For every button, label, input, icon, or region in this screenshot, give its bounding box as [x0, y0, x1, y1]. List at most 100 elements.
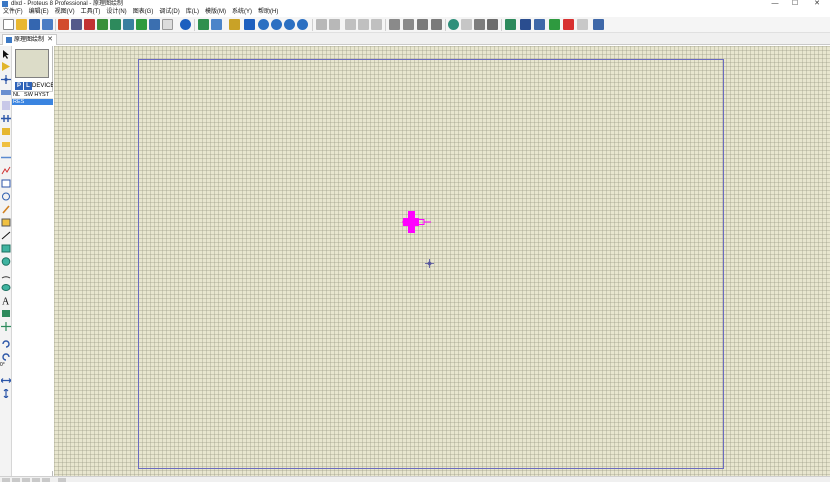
undo-icon[interactable]: [316, 19, 327, 30]
open-folder-icon[interactable]: [16, 19, 27, 30]
block-delete-icon[interactable]: [431, 19, 442, 30]
packaging-icon[interactable]: [474, 19, 485, 30]
rotation-angle: 0°: [0, 362, 5, 368]
decompose-icon[interactable]: [487, 19, 498, 30]
rotate-clockwise-icon[interactable]: [1, 339, 11, 348]
pause-button[interactable]: [22, 478, 30, 482]
play-button[interactable]: [2, 478, 10, 482]
menu-graph[interactable]: 图表(G): [130, 8, 157, 17]
junction-mode-icon[interactable]: [1, 75, 11, 84]
terminals-mode-icon[interactable]: [1, 140, 11, 149]
redo-icon[interactable]: [329, 19, 340, 30]
remove-sheet-icon[interactable]: [563, 19, 574, 30]
save-all-icon[interactable]: [42, 19, 53, 30]
tab-schematic-capture[interactable]: 原理图绘制 ✕: [2, 34, 57, 45]
pick-devices-button[interactable]: P: [15, 82, 23, 90]
block-rotate-icon[interactable]: [417, 19, 428, 30]
graph-mode-icon[interactable]: [1, 166, 11, 175]
new-sheet-icon[interactable]: [549, 19, 560, 30]
circle-mode-icon[interactable]: [1, 257, 11, 266]
text-mode-icon[interactable]: A: [1, 296, 11, 308]
pan-icon[interactable]: [244, 19, 255, 30]
menu-edit[interactable]: 编辑(E): [26, 8, 52, 17]
grid-icon[interactable]: [211, 19, 222, 30]
rotate-anticlockwise-icon[interactable]: [1, 352, 11, 361]
device-pins-mode-icon[interactable]: [1, 153, 11, 162]
menu-tools[interactable]: 工具(T): [78, 8, 104, 17]
close-window-button[interactable]: ✕: [812, 0, 822, 8]
property-assign-icon[interactable]: [534, 19, 545, 30]
menu-system[interactable]: 系统(Y): [229, 8, 255, 17]
menu-design[interactable]: 设计(N): [103, 8, 129, 17]
symbol-mode-icon[interactable]: [1, 309, 11, 318]
wire-label-mode-icon[interactable]: [1, 88, 11, 97]
zoom-area-icon[interactable]: [297, 19, 308, 30]
overview-window[interactable]: [15, 49, 49, 78]
library-manager-button[interactable]: L: [24, 82, 32, 90]
paste-icon[interactable]: [371, 19, 382, 30]
menu-file[interactable]: 文件(F): [0, 8, 26, 17]
maximize-button[interactable]: ☐: [790, 0, 800, 8]
schematic-tab-icon: [6, 37, 12, 43]
block-move-icon[interactable]: [403, 19, 414, 30]
exit-parent-icon[interactable]: [577, 19, 588, 30]
origin-icon[interactable]: [229, 19, 240, 30]
search-icon[interactable]: [520, 19, 531, 30]
subcircuit-mode-icon[interactable]: [1, 127, 11, 136]
help-icon[interactable]: [180, 19, 191, 30]
refresh-icon[interactable]: [198, 19, 209, 30]
mirror-y-icon[interactable]: [1, 388, 11, 399]
save-icon[interactable]: [29, 19, 40, 30]
block-copy-icon[interactable]: [389, 19, 400, 30]
cut-icon[interactable]: [345, 19, 356, 30]
text-script-mode-icon[interactable]: [1, 101, 11, 110]
component-mode-icon[interactable]: [1, 62, 11, 71]
path-mode-icon[interactable]: [1, 283, 11, 292]
tape-recorder-mode-icon[interactable]: [1, 179, 11, 188]
selection-mode-icon[interactable]: [1, 50, 11, 59]
menu-view[interactable]: 视图(V): [52, 8, 78, 17]
stop-button[interactable]: [32, 478, 40, 482]
step-button[interactable]: [12, 478, 20, 482]
make-device-icon[interactable]: [461, 19, 472, 30]
list-item[interactable]: RES: [12, 99, 53, 105]
vsm-icon[interactable]: [162, 19, 173, 30]
menu-debug[interactable]: 调试(D): [156, 8, 182, 17]
source-icon[interactable]: [149, 19, 160, 30]
bom-icon[interactable]: [123, 19, 134, 30]
pcb-icon[interactable]: [84, 19, 95, 30]
annotate-icon[interactable]: [593, 19, 604, 30]
zoom-in-icon[interactable]: [258, 19, 269, 30]
gerber-icon[interactable]: [110, 19, 121, 30]
schematic-icon[interactable]: [71, 19, 82, 30]
menu-library[interactable]: 库(L): [183, 8, 202, 17]
tab-close-button[interactable]: ✕: [47, 35, 53, 45]
wire-autorouter-icon[interactable]: [505, 19, 516, 30]
home-icon[interactable]: [58, 19, 69, 30]
copy-icon[interactable]: [358, 19, 369, 30]
voltage-probe-mode-icon[interactable]: [1, 205, 11, 214]
menu-help[interactable]: 帮助(H): [255, 8, 281, 17]
zoom-all-icon[interactable]: [284, 19, 295, 30]
3d-icon[interactable]: [97, 19, 108, 30]
zoom-out-icon[interactable]: [271, 19, 282, 30]
mirror-x-icon[interactable]: [0, 376, 12, 385]
resistor-component[interactable]: [402, 211, 432, 233]
arc-mode-icon[interactable]: [1, 270, 11, 279]
code-icon[interactable]: [136, 19, 147, 30]
box-mode-icon[interactable]: [1, 244, 11, 253]
line-mode-icon[interactable]: [1, 231, 11, 240]
pick-device-icon[interactable]: [448, 19, 459, 30]
new-file-icon[interactable]: [3, 19, 14, 30]
menu-bar: 文件(F) 编辑(E) 视图(V) 工具(T) 设计(N) 图表(G) 调试(D…: [0, 8, 830, 17]
generator-mode-icon[interactable]: [1, 192, 11, 201]
minimize-button[interactable]: —: [770, 0, 780, 8]
svg-text:A: A: [2, 297, 10, 306]
schematic-canvas[interactable]: [54, 46, 830, 476]
marker-mode-icon[interactable]: [1, 322, 11, 331]
selector-header: P L DEVICES: [13, 82, 53, 90]
tab-label: 原理图绘制: [14, 37, 45, 43]
virtual-instruments-mode-icon[interactable]: [1, 218, 11, 227]
buses-mode-icon[interactable]: [1, 114, 11, 123]
menu-template[interactable]: 模版(M): [202, 8, 229, 17]
